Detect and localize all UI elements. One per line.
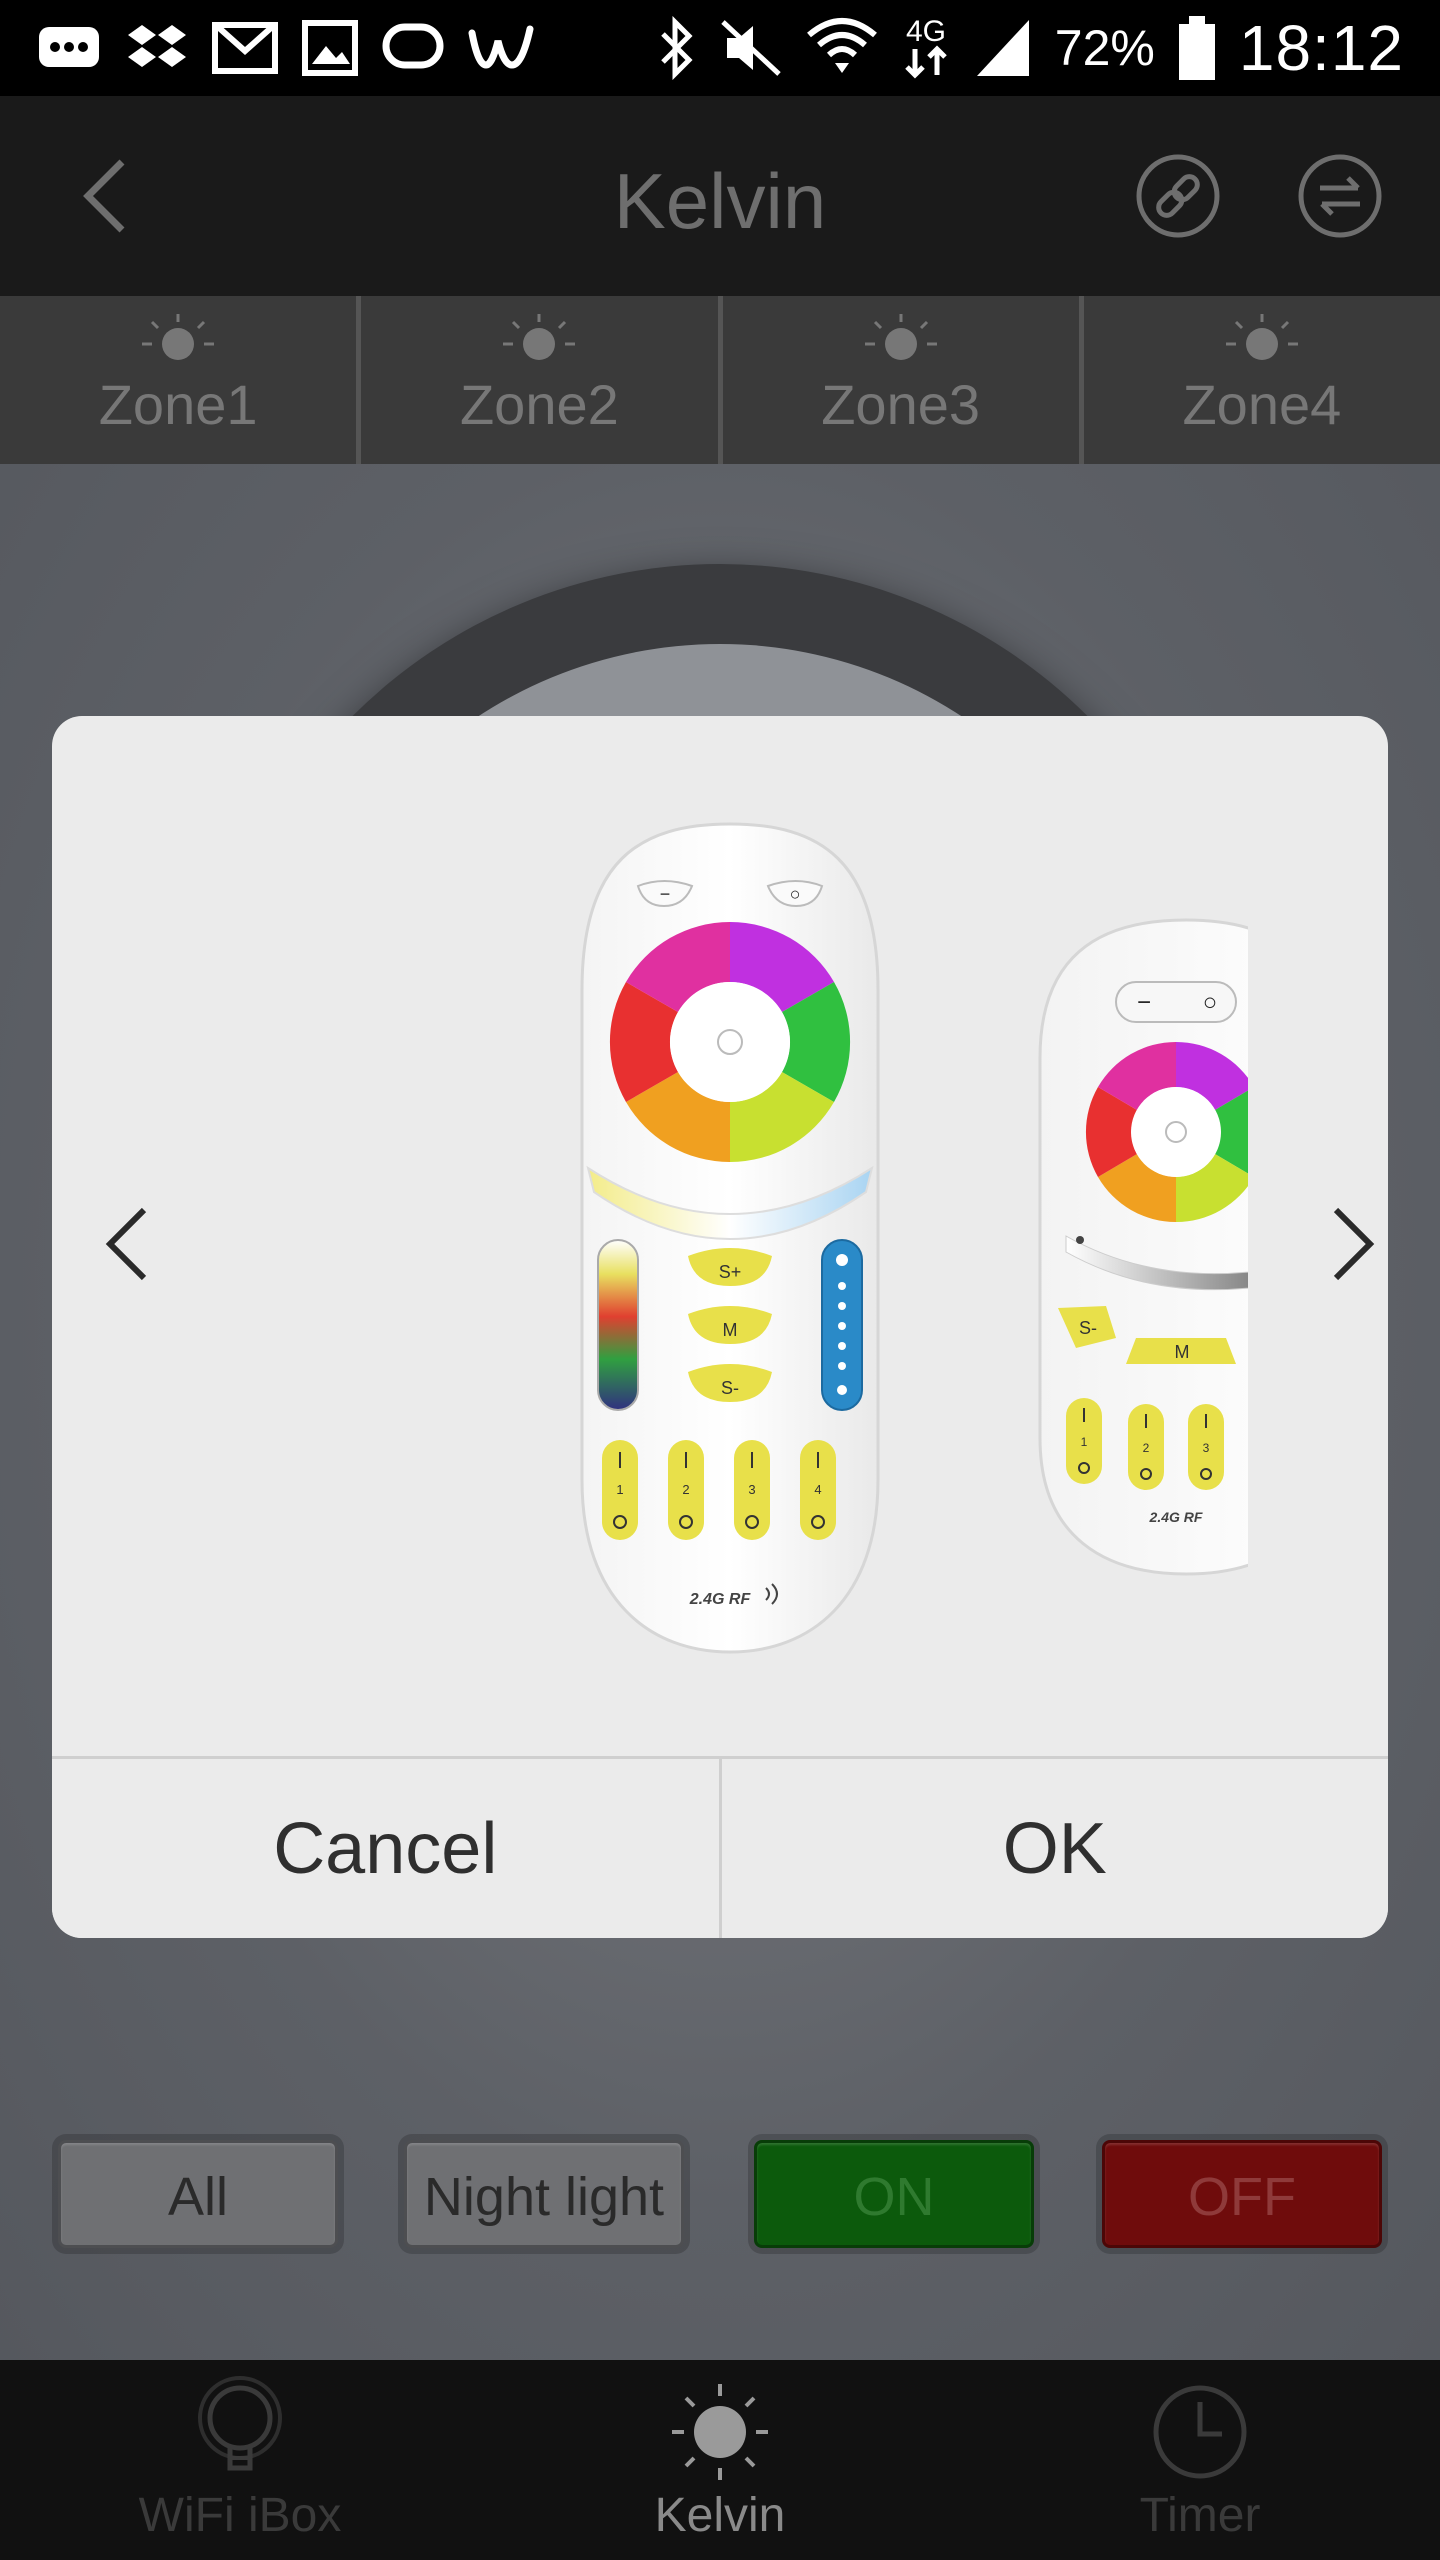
app-bar: Kelvin	[0, 96, 1440, 296]
ok-button[interactable]: OK	[721, 1759, 1388, 1938]
battery-icon	[1177, 14, 1217, 82]
clock: 18:12	[1238, 12, 1404, 84]
mobile-data-icon: 4G	[901, 13, 951, 83]
gallery-icon	[302, 20, 358, 76]
chevron-left-icon	[105, 1207, 147, 1281]
remote-zone-3: 3	[748, 1482, 755, 1497]
on-button[interactable]: ON	[754, 2140, 1034, 2248]
zone-tab-2[interactable]: Zone2	[361, 296, 723, 464]
nav-label: Timer	[1139, 2489, 1261, 2542]
zone-tab-3[interactable]: Zone3	[723, 296, 1084, 464]
system-icons: 4G 72% 18:12	[657, 12, 1404, 84]
bulb-icon	[198, 2376, 282, 2471]
page-title: Kelvin	[613, 157, 827, 245]
wifi-icon	[805, 13, 879, 83]
swap-button[interactable]	[1296, 152, 1384, 240]
zone-label: Zone2	[459, 373, 619, 436]
sun-icon	[1225, 314, 1298, 360]
gmail-icon	[212, 21, 278, 75]
remote-next-power-label: ○	[1203, 989, 1218, 1016]
zone-tabs: Zone1 Zone2 Zone3 Zone4	[0, 296, 1440, 464]
remote-select-dialog: − ○ S+ M S- 1 2 3 4 2.4G RF − ○ S- M 1 2…	[52, 716, 1388, 1938]
dropbox-icon	[126, 21, 188, 75]
remote-carousel: − ○ S+ M S- 1 2 3 4 2.4G RF − ○ S- M 1 2…	[52, 716, 1388, 1756]
remote-brand-text: 2.4G RF	[689, 1591, 752, 1608]
nav-timer[interactable]: Timer	[1050, 2360, 1350, 2560]
remote-s-minus-label: S-	[721, 1378, 739, 1398]
link-icon	[1136, 154, 1220, 238]
signal-icon	[973, 16, 1033, 80]
remote-m-label: M	[723, 1320, 738, 1340]
sun-icon	[672, 2384, 768, 2480]
link-button[interactable]	[1134, 152, 1222, 240]
remote-next-minus-label: −	[1137, 989, 1151, 1016]
chevron-right-icon	[1333, 1207, 1375, 1281]
all-button[interactable]: All	[58, 2140, 338, 2248]
bluetooth-icon	[657, 16, 697, 80]
remote-power-label: ○	[790, 884, 801, 904]
nav-kelvin[interactable]: Kelvin	[570, 2360, 870, 2560]
remote-image-next[interactable]: − ○ S- M 1 2 3 2.4G RF	[1036, 918, 1248, 1578]
remote-zone-1: 1	[616, 1482, 623, 1497]
svg-text:4G: 4G	[906, 15, 946, 48]
zone-tab-4[interactable]: Zone4	[1084, 296, 1440, 464]
remote-image-main[interactable]: − ○ S+ M S- 1 2 3 4 2.4G RF	[560, 820, 900, 1660]
night-light-button[interactable]: Night light	[404, 2140, 684, 2248]
off-button[interactable]: OFF	[1102, 2140, 1382, 2248]
remote-next-s-minus-label: S-	[1079, 1318, 1097, 1338]
previous-button[interactable]	[86, 1194, 166, 1294]
zone-label: Zone3	[821, 373, 981, 436]
clock-icon	[1153, 2385, 1247, 2479]
next-button[interactable]	[1314, 1194, 1388, 1294]
remote-next-brand-text: 2.4G RF	[1149, 1509, 1203, 1525]
remote-s-plus-label: S+	[719, 1262, 742, 1282]
zone-label: Zone4	[1182, 373, 1342, 436]
remote-next-zone-2: 2	[1143, 1441, 1150, 1455]
swap-icon	[1298, 154, 1382, 238]
mute-icon	[719, 16, 783, 80]
w-app-icon	[468, 21, 538, 75]
notification-icons	[36, 14, 538, 82]
bottom-nav: WiFi iBox Kelvin Timer	[0, 2360, 1440, 2560]
nav-wifi-ibox[interactable]: WiFi iBox	[90, 2360, 390, 2560]
remote-next-zone-1: 1	[1081, 1435, 1088, 1449]
zone-tab-1[interactable]: Zone1	[0, 296, 362, 464]
remote-zone-4: 4	[814, 1482, 821, 1497]
sun-icon	[142, 314, 215, 360]
nav-label: WiFi iBox	[138, 2489, 342, 2542]
action-buttons: All Night light ON OFF	[0, 2140, 1440, 2250]
dialog-buttons: Cancel OK	[52, 1756, 1388, 1938]
remote-minus-label: −	[660, 884, 671, 904]
cancel-button[interactable]: Cancel	[52, 1759, 722, 1938]
chat-icon	[382, 21, 444, 75]
battery-percent: 72%	[1054, 20, 1155, 76]
remote-next-zone-3: 3	[1203, 1441, 1210, 1455]
messages-icon	[36, 21, 102, 75]
status-bar: 4G 72% 18:12	[0, 0, 1440, 96]
zone-label: Zone1	[98, 373, 258, 436]
nav-label: Kelvin	[654, 2489, 786, 2542]
sun-icon	[864, 314, 937, 360]
remote-next-m-label: M	[1175, 1342, 1190, 1362]
sun-icon	[503, 314, 576, 360]
remote-zone-2: 2	[682, 1482, 689, 1497]
